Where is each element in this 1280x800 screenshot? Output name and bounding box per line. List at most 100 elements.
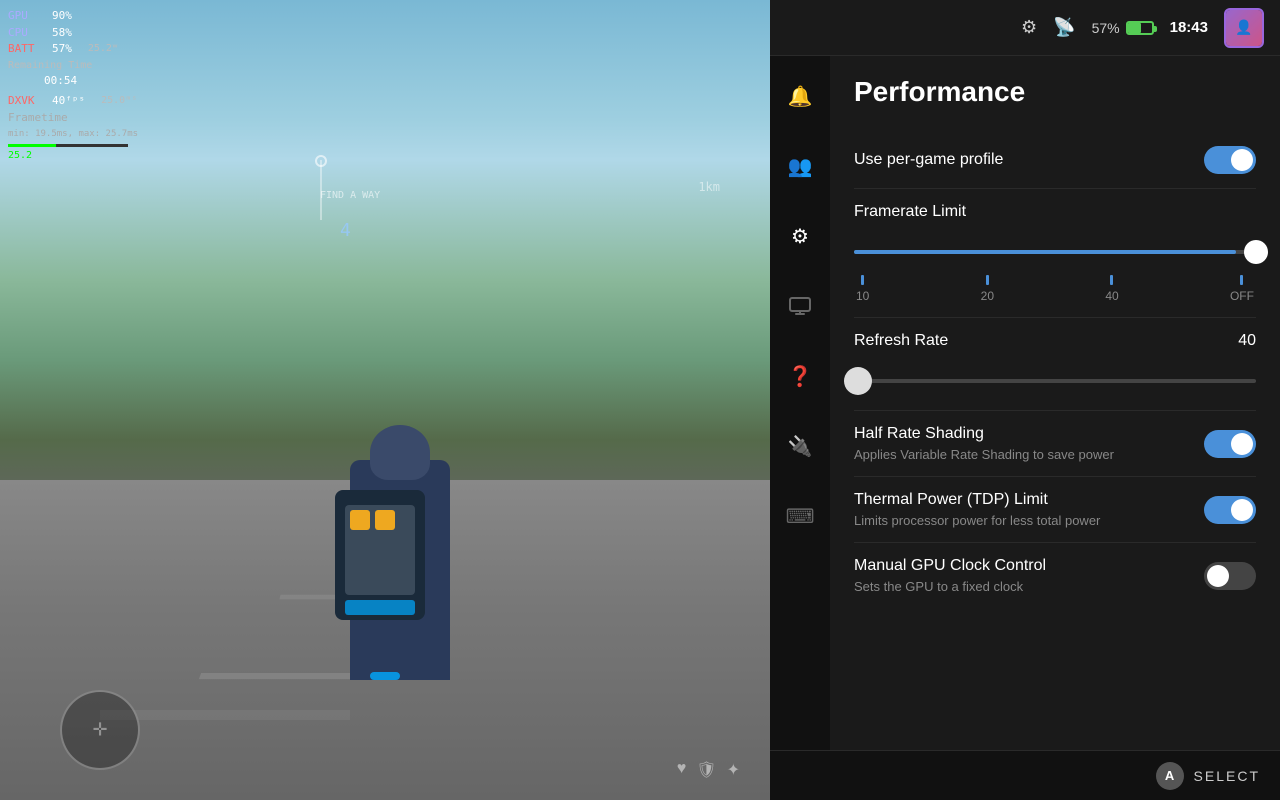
framerate-limit-section: Framerate Limit 10 20 [854,189,1256,318]
hud-batt-value: 57% [52,41,72,58]
cast-icon[interactable]: 📡 [1053,17,1075,38]
hud-bar-fill [8,144,56,147]
thermal-power-row: Thermal Power (TDP) Limit Limits process… [854,477,1256,543]
refresh-slider-track [854,379,1256,383]
hud-dxvk-ms: 25.0ᵐˢ [101,93,137,110]
use-per-game-profile-row: Use per-game profile [854,132,1256,189]
framerate-ticks: 10 20 40 OFF [854,275,1256,303]
time-display: 18:43 [1170,19,1208,36]
thermal-power-label: Thermal Power (TDP) Limit [854,491,1100,509]
toggle-knob-gpu [1207,565,1229,587]
tool-icon: ✦ [727,760,740,780]
battery-status: 57% [1092,20,1154,36]
character [310,340,490,680]
use-per-game-profile-label: Use per-game profile [854,151,1003,169]
tick-mark-40 [1110,275,1113,285]
tick-off: OFF [1230,275,1254,303]
refresh-rate-section: Refresh Rate 40 [854,318,1256,411]
half-rate-shading-sublabel: Applies Variable Rate Shading to save po… [854,447,1114,462]
health-icon: ♥ [677,760,687,780]
battery-fill [1128,23,1141,33]
tick-40: 40 [1105,275,1118,303]
tick-mark-off [1240,275,1243,285]
hud-batt-time: 00:54 [44,73,77,90]
game-indicators: ♥ 🛡 ✦ [677,760,740,780]
char-head [370,425,430,480]
tick-label-40: 40 [1105,289,1118,303]
sidebar-item-settings[interactable]: ⚙ [780,216,820,256]
user-avatar[interactable]: 👤 [1224,8,1264,48]
sidebar-item-help[interactable]: ❓ [780,356,820,396]
select-label: SELECT [1194,768,1260,784]
hud-gpu-value: 90% [52,8,72,25]
sidebar-item-notifications[interactable]: 🔔 [780,76,820,116]
hud-batt-label: BATT [8,41,44,58]
refresh-slider-container[interactable] [854,366,1256,396]
refresh-slider-thumb[interactable] [844,367,872,395]
hud-frametime-value: 25.2 [8,148,138,163]
framerate-slider-container[interactable] [854,237,1256,267]
tick-mark-10 [861,275,864,285]
hud-dxvk-label: DXVK [8,93,44,110]
battery-percent-text: 57% [1092,20,1120,36]
sidebar-item-keyboard[interactable]: ⌨ [780,496,820,536]
half-rate-shading-toggle[interactable] [1204,430,1256,458]
half-rate-shading-info: Half Rate Shading Applies Variable Rate … [854,425,1114,462]
tick-20: 20 [981,275,994,303]
framerate-slider-fill [854,250,1236,254]
waypoint-indicator: FIND A WAY [320,190,380,201]
framerate-slider-thumb[interactable] [1244,240,1268,264]
toggle-knob-hrs [1231,433,1253,455]
refresh-header: Refresh Rate 40 [854,332,1256,350]
framerate-limit-label: Framerate Limit [854,203,966,221]
hud-frametime-label: Frametime [8,110,68,127]
top-bar: ⚙ 📡 57% 18:43 👤 [770,0,1280,56]
char-foot-glow [370,672,400,680]
sidebar-item-friends[interactable]: 👥 [780,146,820,186]
hud-dxvk-fps: 40ᶠᵖˢ [52,93,85,110]
char-pack [335,490,425,620]
bottom-bar: A SELECT [770,750,1280,800]
right-panel: ⚙ 📡 57% 18:43 👤 🔔 👥 ⚙ ❓ [770,0,1280,800]
half-rate-shading-label: Half Rate Shading [854,425,1114,443]
hud-batt-watts: 25.2ʷ [88,41,118,58]
hud-remaining-label: Remaining Time [8,58,92,73]
hud-cpu-value: 58% [52,25,72,42]
hud-bar [8,144,128,147]
tick-label-20: 20 [981,289,994,303]
settings-panel: Performance Use per-game profile Framera… [830,56,1280,750]
button-a-label: A [1165,768,1174,783]
sidebar-item-power[interactable]: 🔌 [780,426,820,466]
hud-frametime-detail: min: 19.5ms, max: 25.7ms [8,128,138,142]
half-rate-shading-row: Half Rate Shading Applies Variable Rate … [854,411,1256,477]
toggle-knob [1231,149,1253,171]
toggle-knob-tdp [1231,499,1253,521]
hud-cpu-label: CPU [8,25,44,42]
framerate-label-row: Framerate Limit [854,203,1256,221]
refresh-rate-value: 40 [1238,332,1256,350]
manual-gpu-label: Manual GPU Clock Control [854,557,1046,575]
settings-icon[interactable]: ⚙ [1021,17,1037,38]
compass: ✛ [60,690,140,770]
waypoint-number: 4 [340,220,351,241]
waypoint-line [320,160,322,220]
thermal-power-toggle[interactable] [1204,496,1256,524]
manual-gpu-info: Manual GPU Clock Control Sets the GPU to… [854,557,1046,594]
page-title: Performance [854,76,1256,108]
game-viewport: FIND A WAY 1km GPU 90% CPU 58% BATT 57% … [0,0,770,800]
use-per-game-profile-toggle[interactable] [1204,146,1256,174]
sidebar: 🔔 👥 ⚙ ❓ 🔌 ⌨ [770,56,830,750]
thermal-power-sublabel: Limits processor power for less total po… [854,513,1100,528]
hud-overlay: GPU 90% CPU 58% BATT 57% 25.2ʷ Remaining… [8,8,138,163]
hud-gpu-label: GPU [8,8,44,25]
tick-label-off: OFF [1230,289,1254,303]
distance-marker: 1km [698,180,720,194]
button-a[interactable]: A [1156,762,1184,790]
battery-icon [1126,21,1154,35]
tick-label-10: 10 [856,289,869,303]
manual-gpu-sublabel: Sets the GPU to a fixed clock [854,579,1046,594]
tick-mark-20 [986,275,989,285]
sidebar-item-display[interactable] [780,286,820,326]
manual-gpu-toggle[interactable] [1204,562,1256,590]
refresh-rate-label: Refresh Rate [854,332,948,350]
